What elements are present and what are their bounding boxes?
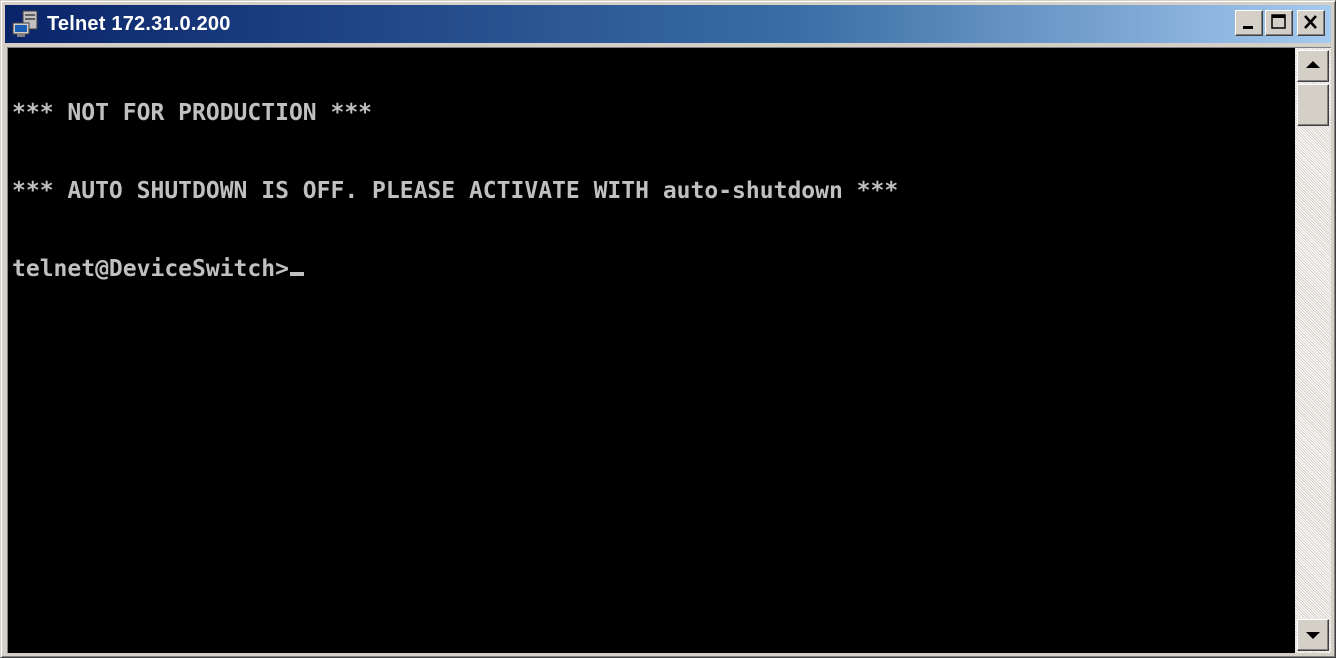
- close-icon: [1304, 15, 1317, 29]
- scroll-up-button[interactable]: [1297, 50, 1329, 82]
- maximize-icon: [1271, 14, 1286, 29]
- maximize-button[interactable]: [1265, 10, 1293, 36]
- command-prompt-line[interactable]: telnet@DeviceSwitch>: [12, 256, 1287, 282]
- telnet-terminal-icon[interactable]: [11, 9, 41, 39]
- scroll-up-arrow-icon: [1306, 61, 1320, 68]
- scroll-down-button[interactable]: [1297, 619, 1329, 651]
- console-output[interactable]: *** NOT FOR PRODUCTION *** *** AUTO SHUT…: [12, 48, 1287, 653]
- console-line: *** AUTO SHUTDOWN IS OFF. PLEASE ACTIVAT…: [12, 178, 899, 204]
- terminal-area[interactable]: *** NOT FOR PRODUCTION *** *** AUTO SHUT…: [7, 47, 1331, 653]
- scroll-thumb[interactable]: [1297, 84, 1329, 126]
- console-line: *** NOT FOR PRODUCTION ***: [12, 100, 373, 126]
- vertical-scrollbar[interactable]: [1295, 48, 1331, 653]
- telnet-window: Telnet 172.31.0.200 *** NOT FOR PRODUCTI…: [0, 0, 1336, 658]
- command-prompt: telnet@DeviceSwitch>: [12, 256, 289, 282]
- title-bar[interactable]: Telnet 172.31.0.200: [5, 5, 1331, 43]
- close-button[interactable]: [1297, 10, 1325, 36]
- minimize-button[interactable]: [1235, 10, 1263, 36]
- text-cursor: [289, 272, 304, 276]
- window-title: Telnet 172.31.0.200: [47, 12, 231, 35]
- scroll-down-arrow-icon: [1306, 632, 1320, 639]
- minimize-icon: [1243, 26, 1253, 29]
- caption-buttons: [1233, 10, 1325, 36]
